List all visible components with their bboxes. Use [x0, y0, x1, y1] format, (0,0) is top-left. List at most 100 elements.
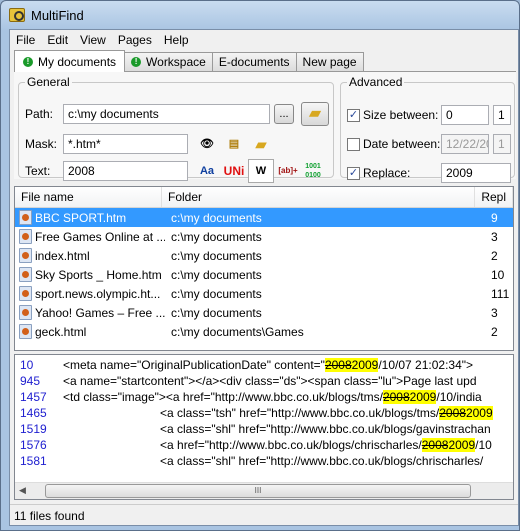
regex-icon[interactable]: [ab]+ — [277, 161, 299, 181]
file-name: BBC SPORT.htm — [35, 210, 127, 225]
text-segment: <a class="shl" href="http://www.bbc.co.u… — [160, 422, 491, 436]
line-text: <a class="tsh" href="http://www.bbc.co.u… — [63, 405, 493, 421]
date-checkbox[interactable] — [347, 138, 360, 151]
menu-edit[interactable]: Edit — [41, 30, 74, 50]
search-options: General Path: c:\my documents ... ▰ Mask… — [14, 71, 516, 183]
text-segment: <a href="http://www.bbc.co.uk/blogs/chri… — [160, 438, 422, 452]
binary-icon[interactable]: 1001 0100 — [302, 161, 324, 181]
main-window: MultiFind File Edit View Pages Help ! My … — [0, 0, 520, 531]
text-segment: <a class="shl" href="http://www.bbc.co.u… — [160, 454, 484, 468]
file-name: Sky Sports _ Home.htm — [35, 267, 162, 282]
horizontal-scrollbar[interactable]: ◀ III — [15, 482, 513, 499]
date-to-picker[interactable]: 1 — [493, 134, 511, 154]
add-folder-icon[interactable]: ▰ — [301, 102, 329, 126]
html-file-icon — [19, 229, 32, 244]
text-segment: /10/india — [436, 390, 482, 404]
tab-my-documents[interactable]: ! My documents — [14, 50, 126, 72]
text-label: Text: — [25, 164, 51, 178]
list-header: File name Folder Repl — [15, 187, 513, 208]
column-replacements[interactable]: Repl — [475, 187, 513, 207]
line-number: 1576 — [20, 438, 47, 452]
advanced-legend: Advanced — [349, 75, 403, 89]
menu-view[interactable]: View — [74, 30, 112, 50]
table-row[interactable]: sport.news.olympic.ht... c:\my documents 1… — [15, 284, 513, 303]
replace-input[interactable]: 2009 — [441, 163, 511, 183]
menu-file[interactable]: File — [10, 30, 41, 50]
code-line[interactable]: 10 <meta name="OriginalPublicationDate" c… — [15, 357, 513, 373]
file-name: index.html — [35, 248, 90, 263]
code-line[interactable]: 945 <a name="startcontent"></a><div class… — [15, 373, 513, 389]
tab-new-page[interactable]: New page — [295, 52, 364, 71]
tab-e-documents[interactable]: E-documents — [211, 52, 297, 71]
column-file-name[interactable]: File name — [15, 187, 163, 207]
tab-label: New page — [302, 55, 357, 69]
menu-help[interactable]: Help — [158, 30, 195, 50]
size-from-input[interactable]: 0 — [441, 105, 489, 125]
scroll-left-icon[interactable]: ◀ — [19, 485, 26, 496]
replace-checkbox[interactable]: ✓ — [347, 167, 360, 180]
match-new: 2009 — [465, 406, 493, 420]
locked-file-icon[interactable]: ▤ — [223, 134, 245, 154]
table-row[interactable]: geck.html c:\my documents\Games 2 — [15, 322, 513, 341]
file-name: Free Games Online at ... — [35, 229, 165, 244]
tab-label: E-documents — [218, 55, 290, 69]
match-new: 2009 — [351, 358, 379, 372]
general-legend: General — [27, 75, 70, 89]
browse-button[interactable]: ... — [274, 104, 294, 124]
tab-bar: ! My documents ! Workspace E-documents New… — [14, 50, 364, 72]
column-folder[interactable]: Folder — [162, 187, 476, 207]
table-row[interactable]: index.html c:\my documents 2 — [15, 246, 513, 265]
tab-label: My documents — [38, 54, 117, 69]
case-sensitive-icon[interactable]: Aa — [196, 161, 218, 181]
date-from-picker[interactable]: 12/22/200 — [441, 134, 489, 154]
open-folder-icon[interactable]: ▰ — [250, 134, 272, 154]
line-number: 1519 — [20, 422, 47, 436]
table-row[interactable]: Yahoo! Games – Free ... c:\my documents 3 — [15, 303, 513, 322]
code-line[interactable]: 1576 <a href="http://www.bbc.co.uk/blogs/… — [15, 437, 513, 453]
line-number: 1581 — [20, 454, 47, 468]
line-text: <a href="http://www.bbc.co.uk/blogs/chri… — [63, 437, 492, 453]
size-to-input[interactable]: 1 — [493, 105, 511, 125]
file-name-cell: Free Games Online at ... — [15, 229, 165, 244]
size-checkbox[interactable]: ✓ — [347, 109, 360, 122]
code-line[interactable]: 1581 <a class="shl" href="http://www.bbc.… — [15, 453, 513, 469]
table-row[interactable]: BBC SPORT.htm c:\my documents 9 — [15, 208, 513, 227]
folder-cell: c:\my documents — [171, 286, 262, 301]
window-title: MultiFind — [31, 7, 84, 23]
mask-input[interactable]: *.htm* — [63, 134, 188, 154]
mask-label: Mask: — [25, 137, 58, 151]
file-name: sport.news.olympic.ht... — [35, 286, 161, 301]
general-group: General Path: c:\my documents ... ▰ Mask… — [18, 75, 334, 183]
folder-cell: c:\my documents — [171, 210, 262, 225]
count-cell: 10 — [491, 267, 505, 282]
scroll-thumb[interactable]: III — [45, 484, 471, 498]
path-input[interactable]: c:\my documents — [63, 104, 270, 124]
tab-workspace[interactable]: ! Workspace — [124, 52, 213, 71]
line-number: 10 — [20, 358, 34, 372]
file-name: geck.html — [35, 324, 87, 339]
code-line[interactable]: 1457 <td class="image"><a href="http://ww… — [15, 389, 513, 405]
line-number: 945 — [20, 374, 41, 388]
match-new: 2009 — [448, 438, 476, 452]
view-file-icon[interactable]: 👁 — [196, 134, 218, 154]
menu-pages[interactable]: Pages — [112, 30, 158, 50]
code-line[interactable]: 1519 <a class="shl" href="http://www.bbc.… — [15, 421, 513, 437]
whole-word-icon[interactable]: W — [248, 159, 274, 183]
folder-cell: c:\my documents — [171, 267, 262, 282]
table-row[interactable]: Sky Sports _ Home.htm c:\my documents 10 — [15, 265, 513, 284]
status-bar: 11 files found — [10, 504, 518, 526]
text-input[interactable]: 2008 — [63, 161, 188, 181]
table-row[interactable]: Free Games Online at ... c:\my documents 3 — [15, 227, 513, 246]
unicode-icon[interactable]: UNi — [223, 161, 245, 181]
folder-cell: c:\my documents — [171, 229, 262, 244]
line-text: <a class="shl" href="http://www.bbc.co.u… — [63, 421, 491, 437]
date-label: Date between: — [363, 137, 441, 151]
replace-label: Replace: — [363, 166, 411, 180]
title-bar: MultiFind — [9, 6, 84, 24]
folder-cell: c:\my documents\Games — [171, 324, 304, 339]
line-text: <meta name="OriginalPublicationDate" con… — [63, 357, 473, 373]
code-line[interactable]: 1465 <a class="tsh" href="http://www.bbc.… — [15, 405, 513, 421]
text-segment: /10/07 21:02:34"> — [378, 358, 474, 372]
html-file-icon — [19, 267, 32, 282]
size-label: Size between: — [363, 108, 439, 122]
